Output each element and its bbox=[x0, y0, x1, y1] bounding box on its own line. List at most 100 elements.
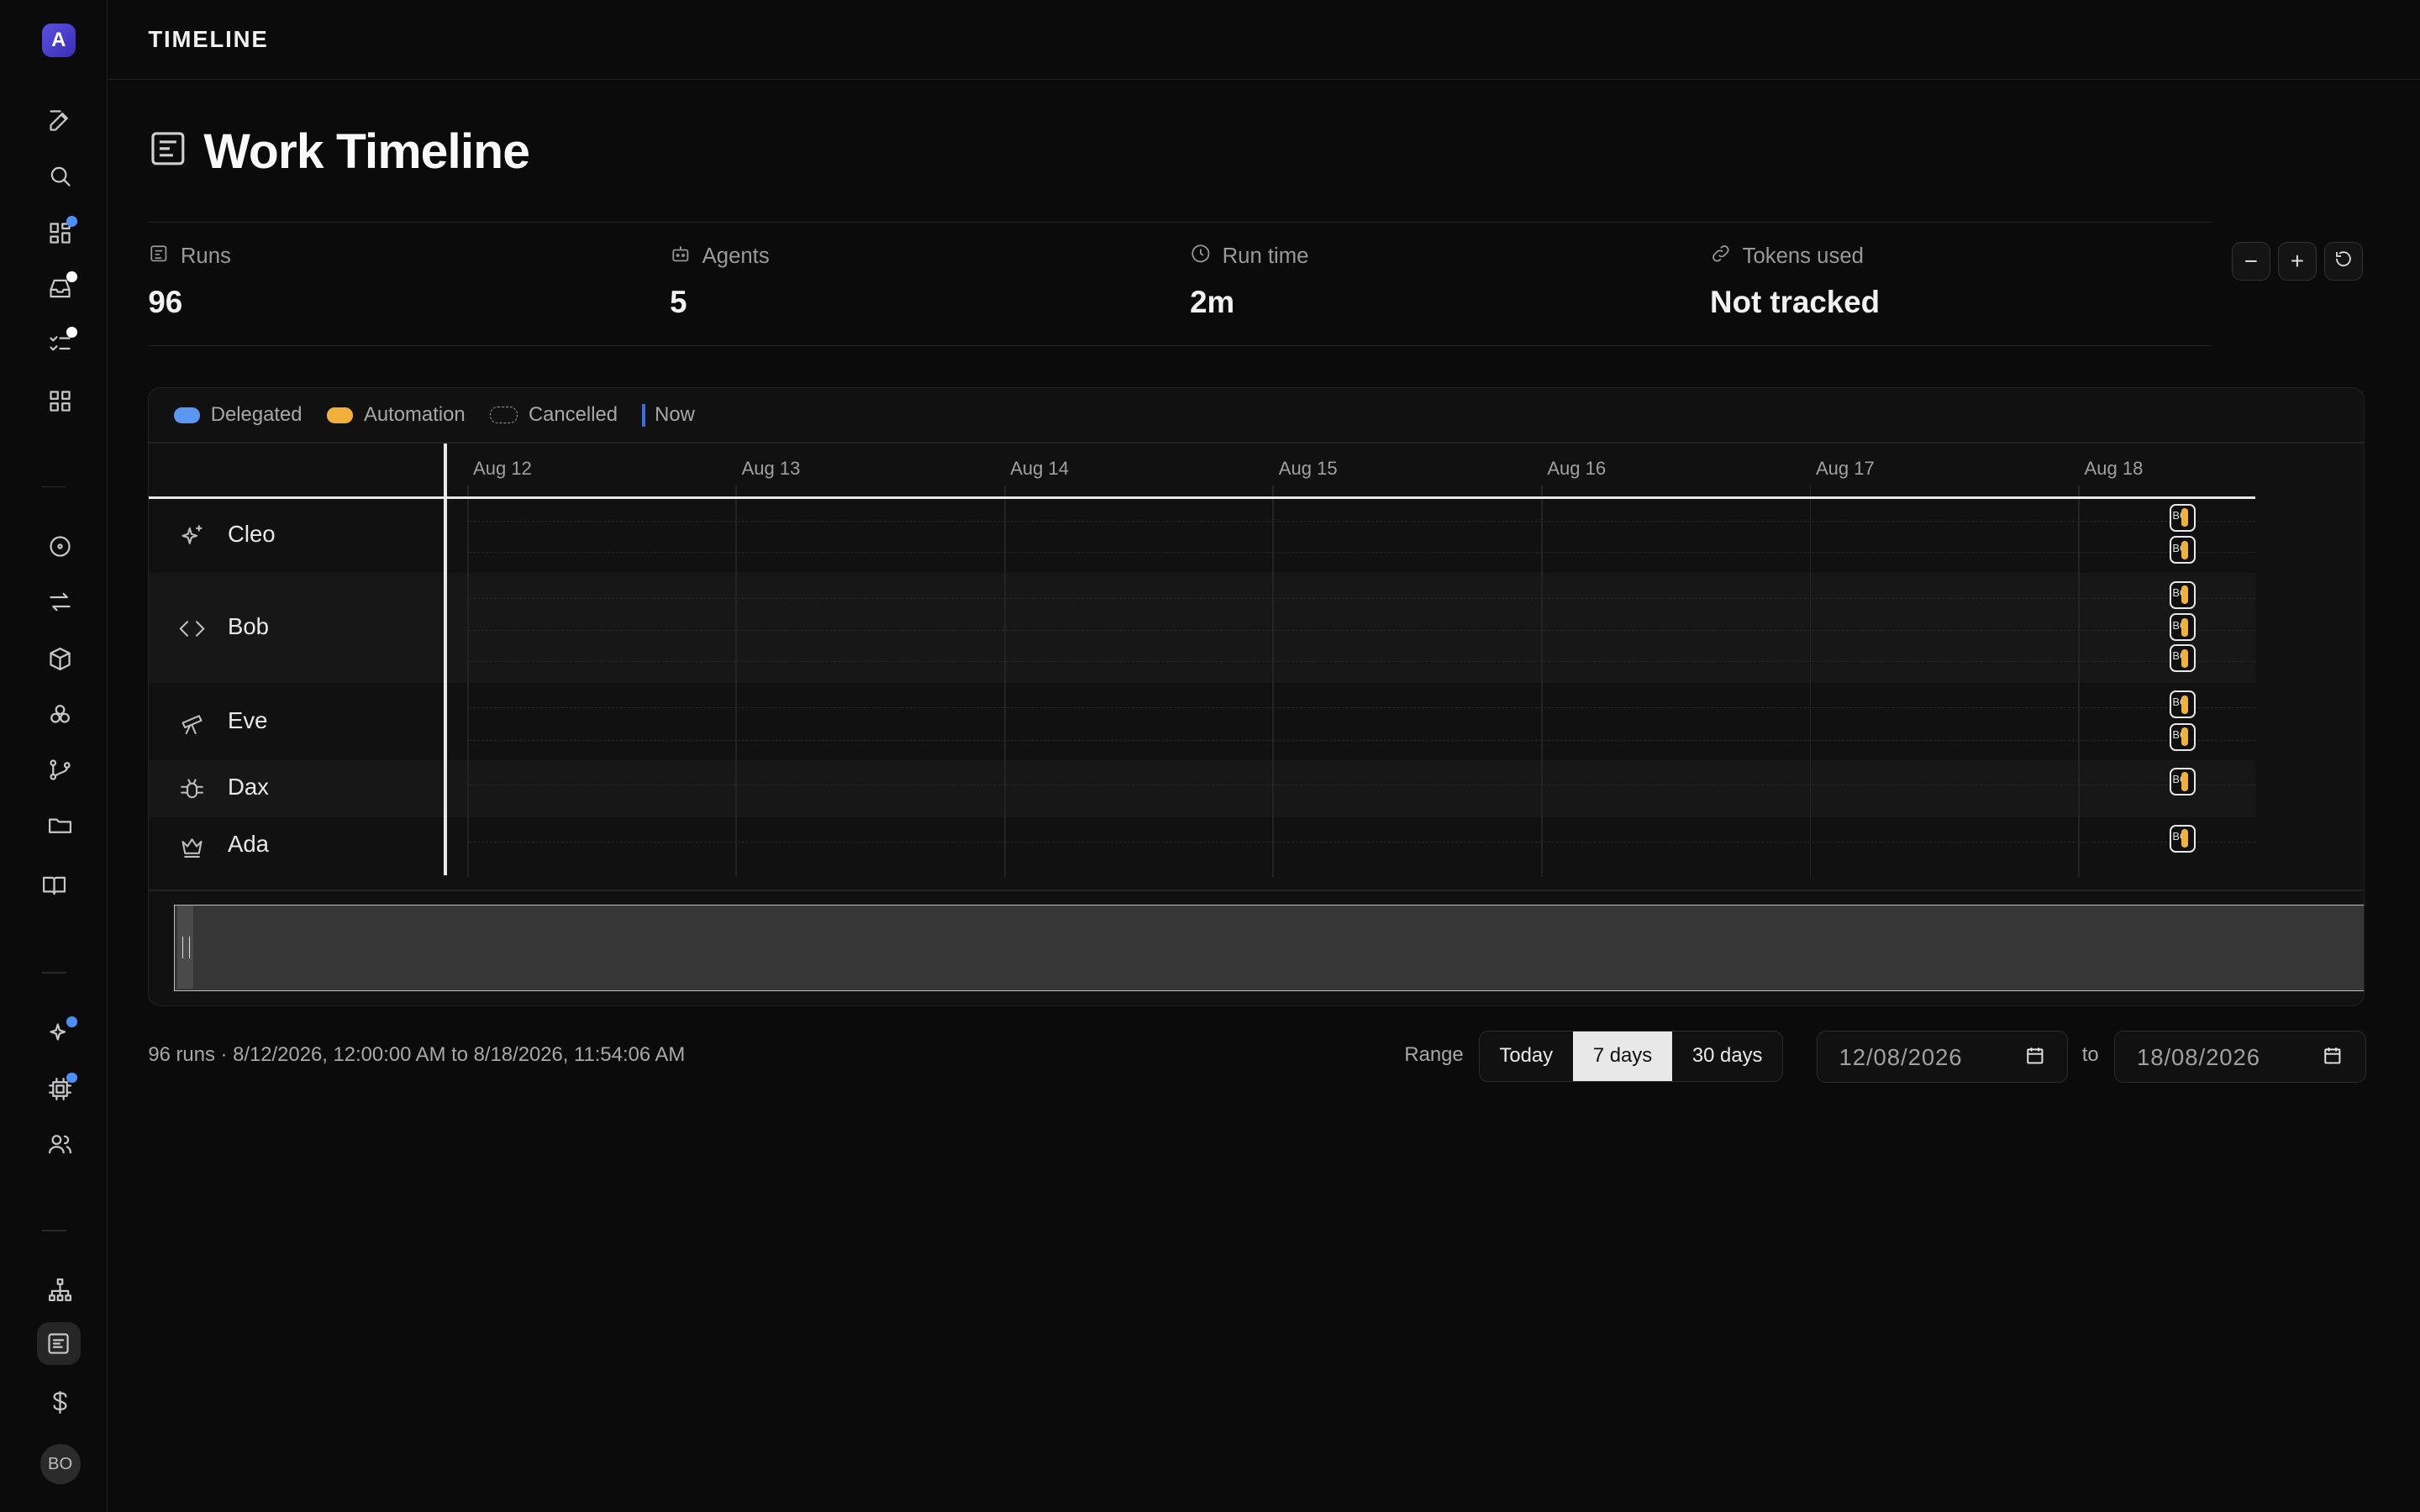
range-today-button[interactable]: Today bbox=[1480, 1032, 1573, 1081]
run-chip[interactable]: BO bbox=[2169, 536, 2196, 564]
stat-run-time: Run time 2m bbox=[1190, 243, 1308, 319]
agent-name[interactable]: Ada bbox=[228, 831, 269, 858]
divider bbox=[149, 889, 2364, 891]
timeline-panel: Delegated Automation Cancelled Now Cleo … bbox=[148, 387, 2365, 1006]
stat-value: Not tracked bbox=[1710, 284, 1881, 319]
dollar-icon[interactable] bbox=[43, 1385, 76, 1419]
user-avatar[interactable]: BO bbox=[39, 1444, 81, 1484]
run-chip[interactable]: BO bbox=[2169, 722, 2196, 751]
stat-value: 5 bbox=[670, 284, 687, 319]
run-chip[interactable]: BO bbox=[2169, 643, 2196, 672]
time-axis bbox=[149, 496, 2256, 500]
link-icon bbox=[1710, 243, 1732, 270]
day-gridline bbox=[1272, 485, 1275, 878]
timeline-icon bbox=[148, 129, 188, 176]
date-value: 18/08/2026 bbox=[2136, 1043, 2261, 1070]
row-guide bbox=[468, 630, 2256, 631]
cpu-icon[interactable] bbox=[43, 1072, 77, 1106]
run-chip[interactable]: BO bbox=[2169, 503, 2196, 532]
stat-tokens: Tokens used Not tracked bbox=[1710, 243, 1880, 319]
run-chip[interactable]: BO bbox=[2169, 824, 2196, 853]
day-label: Aug 17 bbox=[1815, 457, 1875, 479]
circle-dot-icon[interactable] bbox=[43, 529, 76, 563]
row-guide bbox=[468, 520, 2256, 522]
sidebar-divider bbox=[41, 972, 66, 974]
agent-name[interactable]: Cleo bbox=[228, 521, 276, 548]
now-marker-line bbox=[444, 444, 447, 876]
stat-agents: Agents 5 bbox=[670, 243, 770, 319]
agent-row: Dax bbox=[149, 759, 2256, 817]
reset-zoom-button[interactable] bbox=[2324, 242, 2363, 281]
automation-bar bbox=[2181, 772, 2188, 791]
automation-bar bbox=[2181, 540, 2188, 559]
run-chip[interactable]: BO bbox=[2169, 613, 2196, 642]
day-gridline bbox=[1541, 485, 1543, 878]
run-chip[interactable]: BO bbox=[2169, 580, 2196, 609]
legend-delegated: Delegated bbox=[173, 403, 302, 427]
range-7-days-button[interactable]: 7 days bbox=[1572, 1031, 1673, 1081]
org-chart-icon[interactable] bbox=[43, 1273, 76, 1306]
day-label: Aug 13 bbox=[741, 457, 801, 479]
day-label: Aug 12 bbox=[473, 457, 532, 479]
run-chip[interactable]: BO bbox=[2169, 767, 2196, 795]
agent-row: Eve bbox=[149, 683, 2255, 760]
inbox-icon[interactable] bbox=[43, 271, 77, 305]
automation-bar bbox=[2181, 648, 2188, 668]
agent-name[interactable]: Bob bbox=[228, 613, 269, 640]
day-gridline bbox=[2078, 485, 2081, 878]
bug-icon bbox=[178, 775, 206, 803]
edit-icon[interactable] bbox=[43, 103, 76, 137]
telescope-icon bbox=[178, 709, 206, 737]
day-gridline bbox=[1003, 485, 1006, 878]
range-brush[interactable] bbox=[173, 905, 2364, 992]
code-icon bbox=[178, 615, 206, 643]
range-label: Range bbox=[1404, 1042, 1464, 1066]
zoom-out-button[interactable]: − bbox=[2231, 242, 2270, 281]
zoom-in-button[interactable]: + bbox=[2277, 242, 2317, 281]
brush-handle-left[interactable] bbox=[177, 906, 193, 990]
row-guide bbox=[468, 841, 2256, 843]
reset-icon bbox=[2333, 248, 2354, 275]
notification-badge bbox=[66, 216, 77, 227]
checklist-icon[interactable] bbox=[43, 327, 77, 360]
automation-bar bbox=[2181, 508, 2188, 528]
crown-icon bbox=[178, 832, 206, 860]
automation-bar bbox=[2181, 617, 2188, 637]
search-icon[interactable] bbox=[43, 159, 76, 192]
stat-label: Tokens used bbox=[1742, 244, 1864, 269]
folder-icon[interactable] bbox=[43, 808, 76, 842]
git-branch-icon[interactable] bbox=[43, 753, 76, 786]
cancelled-swatch bbox=[490, 407, 518, 424]
automation-bar bbox=[2181, 695, 2188, 714]
to-label: to bbox=[2081, 1042, 2099, 1066]
stat-value: 96 bbox=[148, 284, 183, 319]
automation-bar bbox=[2181, 727, 2188, 747]
book-icon[interactable] bbox=[37, 869, 71, 902]
stat-label: Run time bbox=[1222, 244, 1309, 269]
agent-name[interactable]: Eve bbox=[228, 707, 267, 734]
timeline-icon[interactable] bbox=[37, 1322, 81, 1366]
to-date-input[interactable]: 18/08/2026 bbox=[2114, 1030, 2366, 1084]
apps-grid-icon[interactable] bbox=[43, 384, 76, 417]
sync-icon[interactable] bbox=[43, 585, 76, 618]
runs-icon bbox=[148, 243, 170, 270]
day-gridline bbox=[466, 485, 469, 878]
range-30-days-button[interactable]: 30 days bbox=[1672, 1032, 1782, 1081]
row-guide bbox=[468, 597, 2256, 599]
package-icon[interactable] bbox=[43, 642, 76, 675]
from-date-input[interactable]: 12/08/2026 bbox=[1816, 1030, 2069, 1084]
agent-name[interactable]: Dax bbox=[228, 774, 269, 801]
sparkles-icon[interactable] bbox=[43, 1016, 77, 1050]
notification-badge bbox=[66, 1072, 77, 1084]
timeline-grid[interactable]: Cleo Bob Eve Dax Ada Aug 12 Aug 13 Aug 1… bbox=[149, 444, 2363, 891]
now-swatch bbox=[642, 403, 646, 428]
day-label: Aug 15 bbox=[1278, 457, 1338, 479]
automation-swatch bbox=[326, 407, 354, 423]
run-chip[interactable]: BO bbox=[2169, 690, 2196, 719]
components-icon[interactable] bbox=[43, 697, 76, 731]
users-icon[interactable] bbox=[43, 1128, 76, 1162]
notification-badge bbox=[66, 1016, 77, 1028]
dashboard-icon[interactable] bbox=[43, 216, 77, 249]
legend-label: Delegated bbox=[210, 403, 302, 427]
workspace-logo[interactable]: A bbox=[41, 23, 76, 57]
